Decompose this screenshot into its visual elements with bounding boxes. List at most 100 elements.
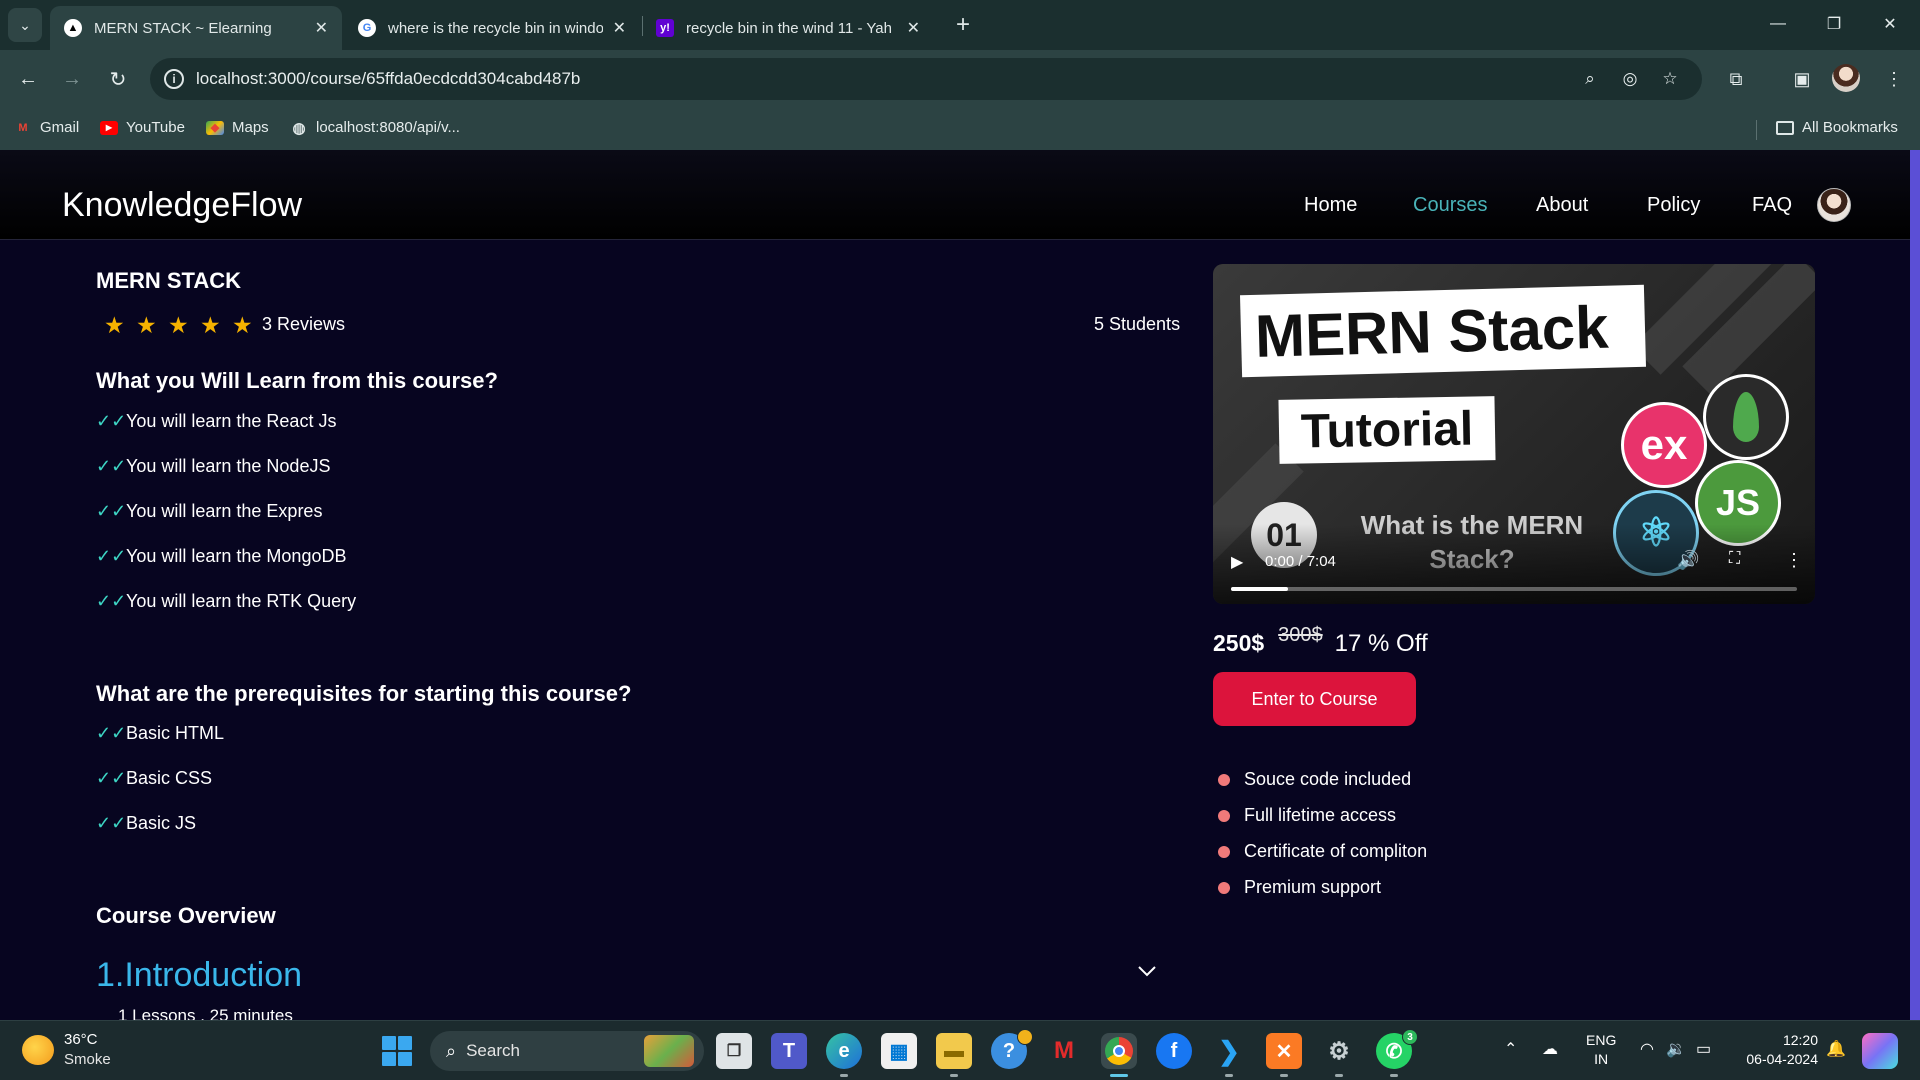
bookmark-gmail[interactable]: M Gmail [14, 119, 79, 136]
whatsapp-icon[interactable]: ✆ 3 [1376, 1029, 1418, 1077]
store-icon[interactable]: ▦ [881, 1033, 917, 1069]
bookmark-localhost[interactable]: ◍ localhost:8080/api/v... [290, 119, 460, 137]
close-tab-icon[interactable]: ✕ [613, 18, 626, 38]
course-title: MERN STACK [96, 268, 242, 293]
close-tab-icon[interactable]: ✕ [907, 18, 920, 38]
nav-home[interactable]: Home [1304, 194, 1357, 217]
browser-tab-bar: ⌄ ▲ MERN STACK ~ Elearning ✕ G where is … [0, 0, 1920, 50]
site-brand[interactable]: KnowledgeFlow [62, 186, 302, 225]
weather-temperature[interactable]: 36°C [64, 1031, 98, 1048]
language-indicator[interactable]: ENG IN [1586, 1031, 1616, 1069]
search-icon: ⌕ [446, 1040, 457, 1061]
prereq-item-text: Basic HTML [126, 723, 225, 743]
bookmark-star-icon[interactable]: ☆ [1658, 67, 1682, 91]
chrome-icon[interactable] [1101, 1033, 1137, 1077]
page-scrollbar[interactable] [1910, 150, 1920, 1020]
bookmark-label: localhost:8080/api/v... [316, 119, 460, 136]
tab-title: recycle bin in the wind 11 - Yah [686, 19, 892, 37]
settings-gear-icon[interactable]: ⚙ [1321, 1033, 1357, 1077]
browser-profile-avatar[interactable] [1832, 64, 1860, 92]
forward-arrow-icon[interactable]: → [56, 63, 88, 95]
mcafee-icon[interactable]: M [1046, 1033, 1082, 1069]
url-text[interactable]: localhost:3000/course/65ffda0ecdcdd304ca… [196, 69, 580, 89]
vscode-icon[interactable]: ❯ [1211, 1033, 1247, 1077]
taskbar-search[interactable]: ⌕ Search [430, 1031, 704, 1071]
mongodb-logo-icon [1703, 374, 1789, 460]
nav-about[interactable]: About [1536, 194, 1588, 217]
bullet-dot-icon [1218, 881, 1230, 894]
facebook-icon[interactable]: f [1156, 1033, 1192, 1069]
onedrive-icon[interactable]: ☁ [1542, 1039, 1558, 1059]
new-tab-button[interactable]: + [948, 10, 978, 40]
close-tab-icon[interactable]: ✕ [315, 18, 328, 38]
windows-start-icon[interactable] [382, 1036, 412, 1066]
enter-course-button[interactable]: Enter to Course [1213, 672, 1416, 726]
all-bookmarks-label: All Bookmarks [1802, 119, 1898, 136]
tab-title: MERN STACK ~ Elearning [94, 19, 272, 37]
bookmark-maps[interactable]: ◆ Maps [206, 119, 269, 136]
tab-yahoo-search[interactable]: y! recycle bin in the wind 11 - Yah ✕ [642, 6, 934, 50]
teams-icon[interactable]: T [771, 1033, 807, 1069]
learn-item-text: You will learn the Expres [126, 501, 323, 521]
weather-icon[interactable] [22, 1035, 54, 1065]
speaker-icon[interactable]: 🔉 [1666, 1039, 1686, 1059]
bookmark-label: YouTube [126, 119, 185, 136]
all-bookmarks-button[interactable]: All Bookmarks [1776, 119, 1898, 136]
extensions-icon[interactable]: ⧉ [1720, 63, 1752, 95]
site-info-icon[interactable]: i [164, 69, 184, 89]
reload-icon[interactable]: ↻ [102, 63, 134, 95]
globe-icon: ◍ [292, 119, 306, 137]
tab-active[interactable]: ▲ MERN STACK ~ Elearning ✕ [50, 6, 342, 50]
notification-bell-icon[interactable]: 🔔 [1826, 1039, 1846, 1059]
gmail-icon: M [18, 121, 28, 134]
minimize-icon[interactable]: — [1758, 8, 1798, 40]
copilot-icon[interactable] [1862, 1033, 1898, 1069]
chevron-up-icon[interactable]: ⌃ [1504, 1039, 1517, 1059]
feature-text: Certificate of compliton [1244, 841, 1428, 861]
xampp-icon[interactable]: ✕ [1266, 1033, 1302, 1077]
bookmarks-bar: M Gmail ▶ YouTube ◆ Maps ◍ localhost:808… [0, 108, 1920, 150]
video-progress-bar[interactable] [1231, 587, 1797, 591]
more-menu-icon[interactable]: ⋮ [1878, 63, 1910, 95]
get-help-icon[interactable]: ? [991, 1029, 1033, 1069]
task-view-icon[interactable]: ❐ [716, 1033, 752, 1069]
prereq-heading: What are the prerequisites for starting … [96, 681, 632, 706]
bookmark-youtube[interactable]: ▶ YouTube [100, 119, 185, 136]
chevron-down-icon[interactable] [1136, 960, 1158, 982]
bullet-dot-icon [1218, 773, 1230, 786]
nav-policy[interactable]: Policy [1647, 194, 1700, 217]
user-avatar[interactable] [1817, 188, 1851, 222]
section-title[interactable]: 1.Introduction [96, 956, 302, 995]
browser-toolbar: ← → ↻ i localhost:3000/course/65ffda0ecd… [0, 50, 1920, 108]
play-icon[interactable]: ▶ [1231, 552, 1243, 572]
side-panel-icon[interactable]: ▣ [1786, 63, 1818, 95]
course-video-player[interactable]: MERN Stack Tutorial ex ⚛ JS 01 What is t… [1213, 264, 1815, 604]
edge-icon[interactable]: e [826, 1033, 862, 1077]
thumbnail-title: MERN Stack [1239, 284, 1647, 378]
system-clock[interactable]: 12:20 06-04-2024 [1738, 1031, 1818, 1069]
tab-google-search[interactable]: G where is the recycle bin in windo ✕ [344, 6, 640, 50]
file-explorer-icon[interactable]: ▬ [936, 1033, 972, 1077]
wifi-icon[interactable]: ◠ [1640, 1039, 1654, 1059]
feature-text: Premium support [1244, 877, 1382, 897]
battery-icon[interactable]: ▭ [1696, 1039, 1711, 1059]
price-now: 250$ [1213, 630, 1265, 656]
restore-icon[interactable]: ❐ [1814, 8, 1854, 40]
fullscreen-icon[interactable]: ⛶ [1729, 550, 1740, 568]
weather-description[interactable]: Smoke [64, 1051, 111, 1068]
address-bar[interactable]: i localhost:3000/course/65ffda0ecdcdd304… [150, 58, 1702, 100]
tab-search-button[interactable]: ⌄ [8, 8, 42, 42]
eye-slash-icon[interactable]: ◎ [1618, 67, 1642, 91]
double-check-icon: ✓✓ [96, 411, 127, 431]
video-more-icon[interactable]: ⋮ [1785, 550, 1803, 571]
learn-item-text: You will learn the MongoDB [126, 546, 347, 566]
nav-faq[interactable]: FAQ [1752, 194, 1792, 217]
notification-badge [1017, 1029, 1033, 1045]
close-window-icon[interactable]: ✕ [1870, 8, 1910, 40]
zoom-icon[interactable]: ⌕ [1578, 67, 1602, 91]
back-arrow-icon[interactable]: ← [12, 63, 44, 95]
yahoo-icon: y! [656, 19, 674, 37]
volume-icon[interactable]: 🔊 [1677, 550, 1699, 571]
nav-courses[interactable]: Courses [1413, 194, 1487, 217]
express-logo: ex [1621, 402, 1707, 488]
